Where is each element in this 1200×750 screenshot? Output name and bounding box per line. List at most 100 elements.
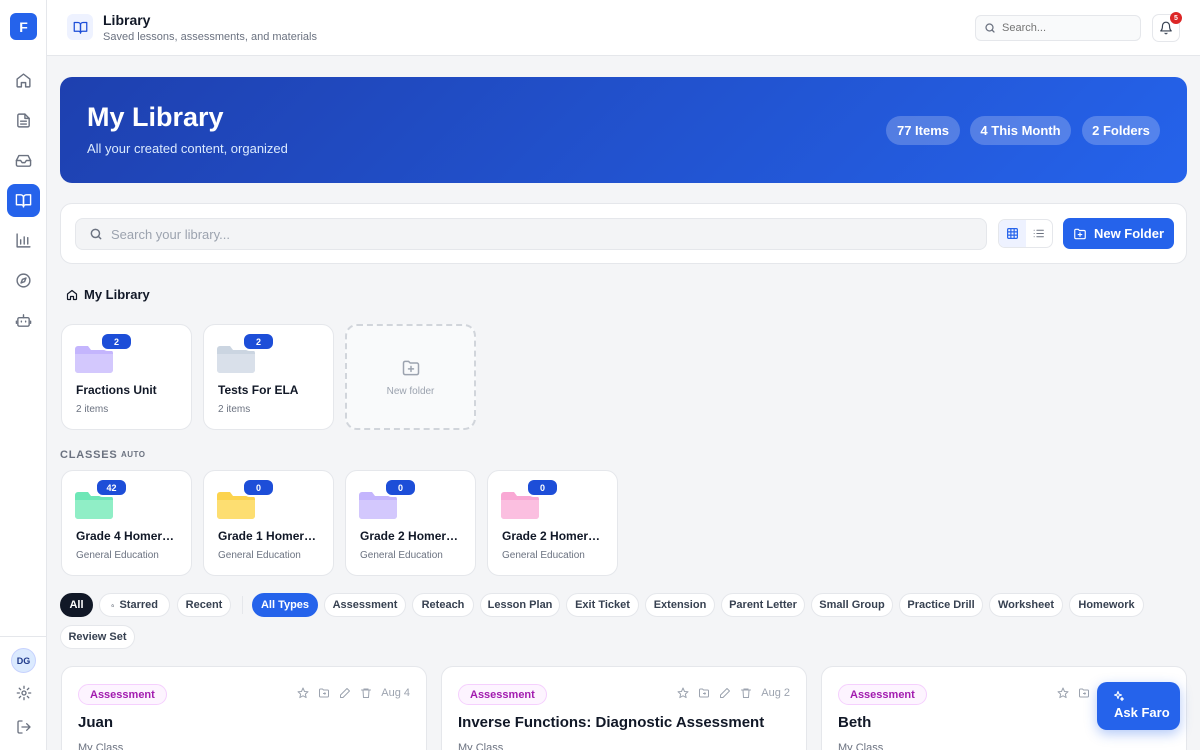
sidebar-item-home[interactable] [7,64,40,97]
class-title: Grade 2 Homeroom [502,529,606,543]
class-card[interactable]: 0 Grade 2 Homeroom General Education [487,470,618,576]
book-open-icon [73,21,87,34]
star-icon[interactable] [1057,687,1069,699]
class-count-badge: 0 [242,478,275,497]
star-icon[interactable] [297,687,309,699]
folder-plus-icon [1074,228,1086,239]
filter-type-homework[interactable]: Homework [1069,593,1144,617]
filter-starred-label: Starred [119,599,158,611]
folder-card[interactable]: 2 Tests For ELA 2 items [203,324,334,430]
filter-type-small-group[interactable]: Small Group [811,593,893,617]
class-title: Grade 1 Homeroom [218,529,322,543]
class-card[interactable]: 0 Grade 1 Homeroom General Education [203,470,334,576]
new-folder-card[interactable]: New folder [345,324,476,430]
page-icon [67,14,93,40]
folder-subtitle: 2 items [76,404,109,415]
list-view-button[interactable] [1026,220,1053,247]
sidebar-item-analytics[interactable] [7,224,40,257]
top-bar: Library Saved lessons, assessments, and … [47,0,1200,56]
filter-type-worksheet[interactable]: Worksheet [989,593,1063,617]
folder-card[interactable]: 2 Fractions Unit 2 items [61,324,192,430]
star-icon[interactable] [677,687,689,699]
filter-type-extension[interactable]: Extension [645,593,715,617]
item-type-tag: Assessment [458,684,547,705]
class-count-badge: 0 [526,478,559,497]
list-icon [1033,229,1045,238]
library-search[interactable] [75,218,987,250]
library-item-card[interactable]: Assessment Aug 2 Inverse Functions: Diag… [441,666,807,750]
filter-separator [242,596,243,614]
global-search[interactable] [975,15,1141,41]
filter-type-parent-letter[interactable]: Parent Letter [721,593,805,617]
trash-icon[interactable] [360,687,372,699]
inbox-icon [15,154,32,167]
sidebar-item-explore[interactable] [7,264,40,297]
sidebar-item-inbox[interactable] [7,144,40,177]
global-search-input[interactable] [1002,22,1132,34]
item-subtitle: My Class [838,742,884,750]
sidebar-item-library[interactable] [7,184,40,217]
library-toolbar: New Folder [60,203,1187,264]
compass-icon [16,273,31,288]
filter-starred[interactable]: Starred [99,593,170,617]
pencil-icon[interactable] [719,687,731,699]
filter-all[interactable]: All [60,593,93,617]
settings-button[interactable] [7,676,40,709]
library-search-input[interactable] [111,226,971,242]
filter-type-review-set[interactable]: Review Set [60,625,135,649]
filter-type-exit-ticket[interactable]: Exit Ticket [566,593,639,617]
grid-view-button[interactable] [999,220,1026,247]
filter-type-all[interactable]: All Types [252,593,318,617]
class-title: Grade 4 Homeroom [76,529,180,543]
search-icon [90,228,102,240]
item-actions [1057,687,1090,699]
app-logo[interactable]: F [10,13,37,40]
class-count-badge: 42 [95,478,128,497]
folder-move-icon[interactable] [1078,687,1090,699]
new-folder-button[interactable]: New Folder [1063,218,1174,249]
item-type-tag: Assessment [838,684,927,705]
item-date: Aug 2 [761,687,790,699]
item-actions: Aug 4 [297,687,410,699]
filter-recent[interactable]: Recent [177,593,231,617]
sidebar-item-documents[interactable] [7,104,40,137]
notifications-button[interactable]: 5 [1152,12,1182,42]
item-subtitle: My Class [78,742,124,750]
star-icon [111,603,115,607]
item-title: Beth [838,714,872,731]
sidebar-item-assistant[interactable] [7,304,40,337]
trash-icon[interactable] [740,687,752,699]
folder-move-icon[interactable] [318,687,330,699]
filter-type-assessment[interactable]: Assessment [324,593,406,617]
filter-type-practice-drill[interactable]: Practice Drill [899,593,983,617]
breadcrumb-label: My Library [84,287,150,302]
gear-icon [16,685,31,700]
sidebar: F DG [0,0,47,750]
class-subtitle: General Education [360,550,443,561]
bell-icon [1160,21,1172,35]
avatar[interactable]: DG [11,648,36,673]
stat-this-month: 4 This Month [970,116,1071,145]
logout-button[interactable] [7,710,40,743]
pencil-icon[interactable] [339,687,351,699]
folder-move-icon[interactable] [698,687,710,699]
class-card[interactable]: 0 Grade 2 Homeroom General Education [345,470,476,576]
library-item-card[interactable]: Assessment Aug 4 Juan My Class [61,666,427,750]
sidebar-divider [0,636,46,637]
breadcrumb[interactable]: My Library [66,287,150,302]
ask-assistant-label: Ask Faro [1114,705,1170,720]
folder-subtitle: 2 items [218,404,251,415]
class-card[interactable]: 42 Grade 4 Homeroom General Education [61,470,192,576]
ask-assistant-button[interactable]: Ask Faro [1097,682,1180,730]
sparkle-icon [1113,690,1125,702]
grid-icon [1006,228,1018,239]
filter-type-reteach[interactable]: Reteach [412,593,474,617]
class-subtitle: General Education [76,550,159,561]
stat-items: 77 Items [886,116,960,145]
folder-plus-icon [402,360,420,376]
filter-type-lesson-plan[interactable]: Lesson Plan [480,593,560,617]
notification-badge: 5 [1170,12,1182,24]
file-text-icon [17,113,30,128]
hero-banner: My Library All your created content, org… [60,77,1187,183]
bar-chart-icon [16,233,31,248]
